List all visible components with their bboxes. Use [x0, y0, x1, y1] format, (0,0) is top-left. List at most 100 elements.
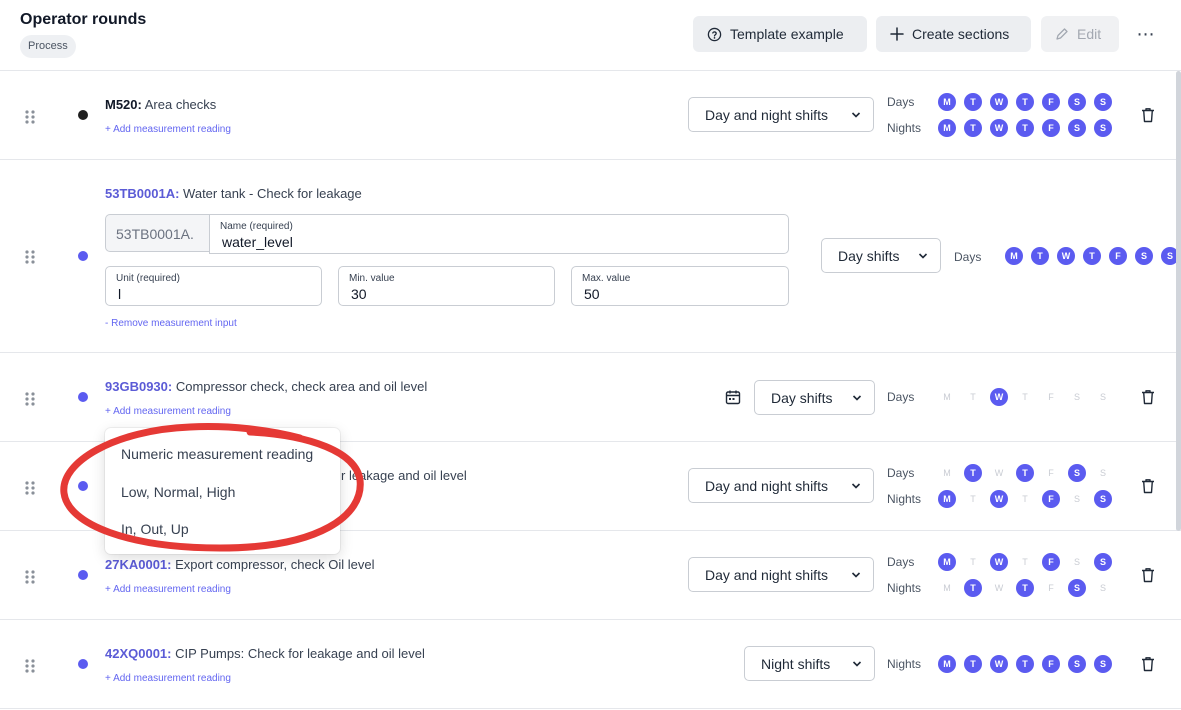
day-toggle[interactable]: S [1094, 119, 1112, 137]
day-toggle[interactable]: T [1016, 655, 1034, 673]
menu-item-in-out-up[interactable]: In, Out, Up [121, 521, 189, 537]
day-toggle[interactable]: S [1068, 655, 1086, 673]
day-toggle[interactable]: T [964, 490, 982, 508]
status-dot [78, 570, 88, 580]
trash-icon[interactable] [1141, 478, 1155, 494]
day-toggle[interactable]: F [1042, 464, 1060, 482]
day-toggle[interactable]: S [1068, 579, 1086, 597]
day-toggle[interactable]: F [1042, 388, 1060, 406]
trash-icon[interactable] [1141, 656, 1155, 672]
measurement-name-field[interactable]: Name (required) water_level [209, 214, 789, 254]
more-options-button[interactable]: ⋯ [1133, 22, 1159, 46]
day-toggle[interactable]: S [1094, 553, 1112, 571]
day-toggle[interactable]: T [964, 119, 982, 137]
shift-select[interactable]: Day and night shifts [688, 557, 874, 592]
day-toggle[interactable]: W [990, 119, 1008, 137]
day-toggle[interactable]: S [1094, 655, 1112, 673]
day-toggle[interactable]: F [1109, 247, 1127, 265]
day-toggle[interactable]: M [938, 119, 956, 137]
drag-handle-icon[interactable] [24, 480, 36, 496]
day-toggle[interactable]: S [1068, 388, 1086, 406]
day-toggle[interactable]: M [938, 655, 956, 673]
day-toggle[interactable]: M [938, 93, 956, 111]
create-sections-button[interactable]: Create sections [876, 16, 1031, 52]
day-toggle[interactable]: T [1016, 464, 1034, 482]
day-toggle[interactable]: T [964, 93, 982, 111]
day-toggle[interactable]: S [1068, 119, 1086, 137]
day-toggle[interactable]: S [1094, 490, 1112, 508]
remove-measurement-link[interactable]: - Remove measurement input [105, 318, 237, 329]
drag-handle-icon[interactable] [24, 569, 36, 585]
day-toggle[interactable]: F [1042, 655, 1060, 673]
trash-icon[interactable] [1141, 389, 1155, 405]
add-measurement-link[interactable]: + Add measurement reading [105, 124, 231, 135]
day-toggle[interactable]: W [990, 579, 1008, 597]
name-field-label: Name (required) [220, 221, 293, 232]
day-toggle[interactable]: M [938, 464, 956, 482]
drag-handle-icon[interactable] [24, 391, 36, 407]
day-toggle[interactable]: M [938, 553, 956, 571]
day-toggle[interactable]: F [1042, 490, 1060, 508]
round-title: 93GB0930: Compressor check, check area a… [105, 379, 427, 394]
day-toggle[interactable]: S [1068, 553, 1086, 571]
day-toggle[interactable]: T [964, 553, 982, 571]
day-toggle[interactable]: T [1016, 119, 1034, 137]
day-toggle[interactable]: T [1016, 579, 1034, 597]
shift-select[interactable]: Day and night shifts [688, 468, 874, 503]
day-toggle[interactable]: T [1083, 247, 1101, 265]
day-toggle[interactable]: S [1135, 247, 1153, 265]
menu-item-numeric[interactable]: Numeric measurement reading [121, 446, 313, 462]
day-toggle[interactable]: S [1068, 464, 1086, 482]
day-toggle[interactable]: W [990, 388, 1008, 406]
edit-button[interactable]: Edit [1041, 16, 1119, 52]
day-toggle[interactable]: M [938, 579, 956, 597]
day-toggle[interactable]: T [964, 579, 982, 597]
day-toggle[interactable]: T [1031, 247, 1049, 265]
day-toggle[interactable]: S [1068, 93, 1086, 111]
drag-handle-icon[interactable] [24, 658, 36, 674]
menu-item-low-normal-high[interactable]: Low, Normal, High [121, 484, 235, 500]
day-toggle[interactable]: W [990, 553, 1008, 571]
add-measurement-link[interactable]: + Add measurement reading [105, 673, 231, 684]
drag-handle-icon[interactable] [24, 249, 36, 265]
day-toggle[interactable]: S [1068, 490, 1086, 508]
day-toggle[interactable]: S [1094, 579, 1112, 597]
trash-icon[interactable] [1141, 567, 1155, 583]
day-toggle[interactable]: S [1094, 388, 1112, 406]
day-toggle[interactable]: S [1094, 464, 1112, 482]
day-toggle[interactable]: M [938, 388, 956, 406]
trash-icon[interactable] [1141, 107, 1155, 123]
day-toggle[interactable]: T [964, 655, 982, 673]
day-toggle[interactable]: W [1057, 247, 1075, 265]
calendar-icon[interactable] [725, 389, 741, 405]
max-value-field[interactable]: Max. value 50 [571, 266, 789, 306]
day-toggle[interactable]: W [990, 655, 1008, 673]
day-toggle[interactable]: W [990, 490, 1008, 508]
day-toggle[interactable]: T [1016, 388, 1034, 406]
day-toggle[interactable]: T [1016, 553, 1034, 571]
add-measurement-link[interactable]: + Add measurement reading [105, 406, 231, 417]
shift-select[interactable]: Day and night shifts [688, 97, 874, 132]
min-value-field[interactable]: Min. value 30 [338, 266, 555, 306]
shift-select[interactable]: Day shifts [821, 238, 941, 273]
unit-field[interactable]: Unit (required) l [105, 266, 322, 306]
day-toggle[interactable]: S [1094, 93, 1112, 111]
day-toggle[interactable]: T [964, 388, 982, 406]
day-toggle[interactable]: T [1016, 93, 1034, 111]
scrollbar[interactable] [1176, 71, 1181, 531]
day-toggle[interactable]: W [990, 464, 1008, 482]
add-measurement-link[interactable]: + Add measurement reading [105, 584, 231, 595]
day-toggle[interactable]: M [938, 490, 956, 508]
shift-select[interactable]: Day shifts [754, 380, 875, 415]
day-toggle[interactable]: F [1042, 579, 1060, 597]
day-toggle[interactable]: F [1042, 119, 1060, 137]
day-toggle[interactable]: M [1005, 247, 1023, 265]
shift-select[interactable]: Night shifts [744, 646, 875, 681]
template-example-button[interactable]: Template example [693, 16, 867, 52]
day-toggle[interactable]: F [1042, 93, 1060, 111]
day-toggle[interactable]: F [1042, 553, 1060, 571]
day-toggle[interactable]: T [964, 464, 982, 482]
drag-handle-icon[interactable] [24, 109, 36, 125]
day-toggle[interactable]: T [1016, 490, 1034, 508]
day-toggle[interactable]: W [990, 93, 1008, 111]
